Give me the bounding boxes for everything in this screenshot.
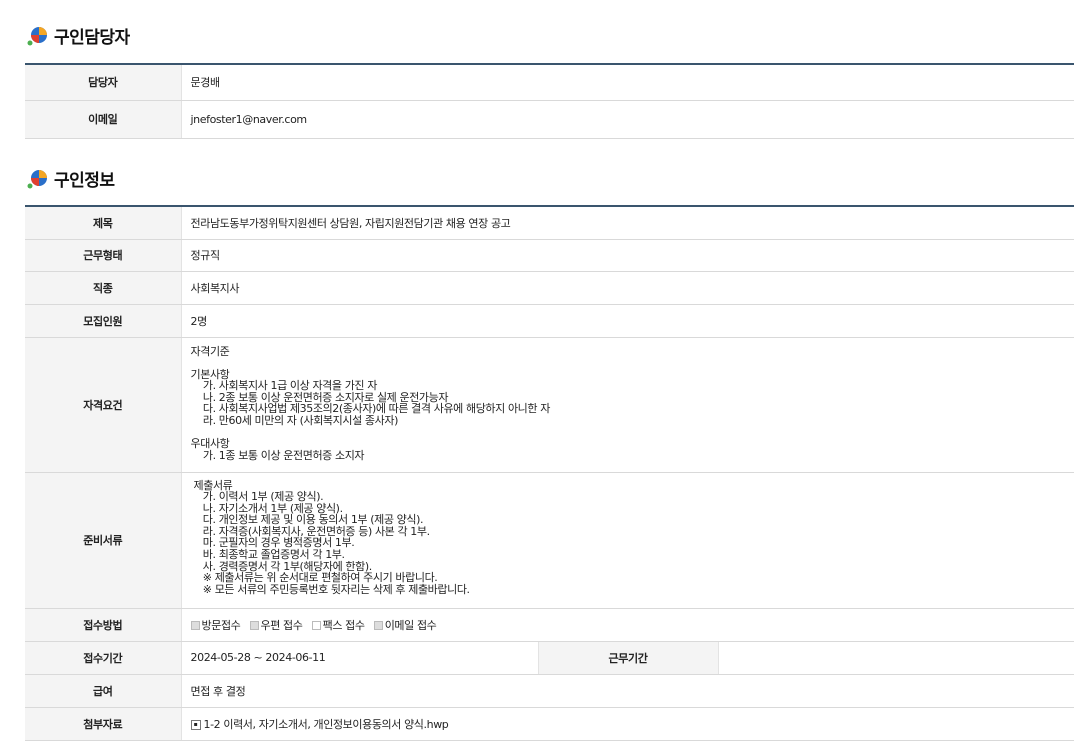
qualifications-label: 자격요건 [25,337,182,473]
manager-value: 문경배 [181,64,1074,101]
work-period-label: 근무기간 [537,641,719,675]
method-options: 방문접수 우편 접수 팩스 접수 이메일 접수 [181,608,1074,642]
option-label: 이메일 접수 [384,618,437,632]
table-row: 이메일 jnefoster1@naver.com [25,100,1074,139]
option-label: 방문접수 [201,618,241,632]
headcount-label: 모집인원 [25,304,182,338]
work-type-value: 정규직 [181,239,1074,272]
email-value: jnefoster1@naver.com [181,100,1074,139]
documents-text: 제출서류 가. 이력서 1부 (제공 양식). 나. 자기소개서 1부 (제공 … [193,478,471,596]
table-row: 근무형태 정규직 [25,239,1074,272]
method-label: 접수방법 [25,608,182,642]
contact-table: 담당자 문경배 이메일 jnefoster1@naver.com [25,63,1074,139]
job-section-title: 구인정보 [26,166,115,191]
work-type-label: 근무형태 [25,239,182,272]
salary-value: 면접 후 결정 [181,674,1074,708]
table-row: 모집인원 2명 [25,304,1074,338]
method-option-post[interactable]: 우편 접수 [249,618,303,632]
documents-value: 제출서류 가. 이력서 1부 (제공 양식). 나. 자기소개서 1부 (제공 … [181,472,1074,609]
period-label: 접수기간 [25,641,182,675]
section-heading: 구인정보 [54,171,115,191]
work-period-value [718,641,1074,675]
table-row: 자격요건 자격기준 기본사항 가. 사회복지사 1급 이상 자격을 가진 자 나… [25,337,1074,473]
occupation-label: 직종 [25,271,182,305]
table-row: 급여 면접 후 결정 [25,674,1074,708]
checkbox[interactable] [249,621,259,630]
occupation-value: 사회복지사 [181,271,1074,305]
qualifications-text: 자격기준 기본사항 가. 사회복지사 1급 이상 자격을 가진 자 나. 2종 … [190,344,551,462]
section-heading: 구인담당자 [54,28,130,48]
headcount-value: 2명 [181,304,1074,338]
table-row: 직종 사회복지사 [25,271,1074,305]
manager-label: 담당자 [25,64,182,101]
period-value: 2024-05-28 ~ 2024-06-11 [181,641,538,675]
method-option-visit[interactable]: 방문접수 [190,618,241,632]
title-label: 제목 [25,206,182,240]
page: 구인담당자 담당자 문경배 이메일 jnefoster1@naver.com 구… [0,0,1078,741]
attachment-value: ▪ 1-2 이력서, 자기소개서, 개인정보이용동의서 양식.hwp [181,707,1074,741]
checkbox[interactable] [373,621,383,630]
checkbox[interactable] [311,621,321,630]
file-icon: ▪ [190,719,201,730]
method-option-fax[interactable]: 팩스 접수 [311,618,365,632]
table-row: 첨부자료 ▪ 1-2 이력서, 자기소개서, 개인정보이용동의서 양식.hwp [25,707,1074,741]
contact-section-title: 구인담당자 [26,23,130,48]
option-label: 우편 접수 [260,618,303,632]
checkbox[interactable] [190,621,200,630]
attachment-label: 첨부자료 [25,707,182,741]
table-row: 담당자 문경배 [25,64,1074,101]
email-label: 이메일 [25,100,182,139]
job-table: 제목 전라남도동부가정위탁지원센터 상담원, 자립지원전담기관 채용 연장 공고… [25,205,1074,741]
table-row: 제목 전라남도동부가정위탁지원센터 상담원, 자립지원전담기관 채용 연장 공고 [25,206,1074,240]
salary-label: 급여 [25,674,182,708]
method-option-email[interactable]: 이메일 접수 [373,618,437,632]
brand-logo-icon [27,26,47,45]
qualifications-value: 자격기준 기본사항 가. 사회복지사 1급 이상 자격을 가진 자 나. 2종 … [181,337,1074,473]
documents-label: 준비서류 [25,472,182,609]
job-title-value: 전라남도동부가정위탁지원센터 상담원, 자립지원전담기관 채용 연장 공고 [181,206,1074,240]
brand-logo-icon [27,169,47,188]
table-row: 준비서류 제출서류 가. 이력서 1부 (제공 양식). 나. 자기소개서 1부… [25,472,1074,609]
table-row: 접수방법 방문접수 우편 접수 팩스 접수 이메일 접수 [25,608,1074,642]
attachment-link[interactable]: 1-2 이력서, 자기소개서, 개인정보이용동의서 양식.hwp [204,718,449,731]
table-row: 접수기간 2024-05-28 ~ 2024-06-11 근무기간 [25,641,1074,675]
option-label: 팩스 접수 [322,618,365,632]
